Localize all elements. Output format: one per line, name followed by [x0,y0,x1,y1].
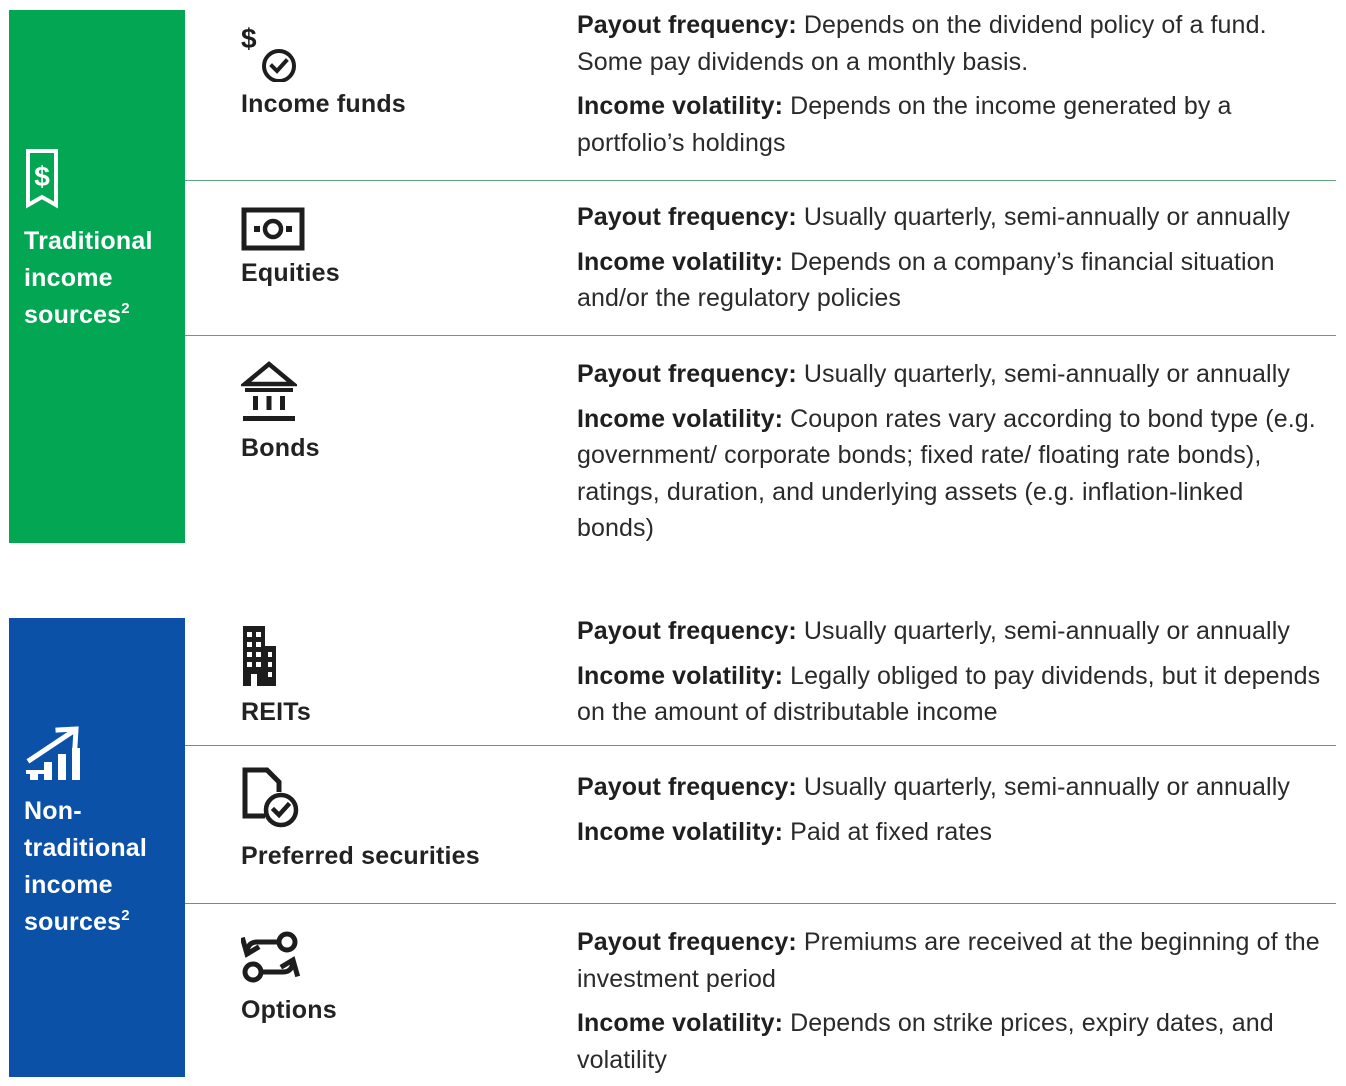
income-volatility: Income volatility: Depends on a company’… [577,244,1322,317]
payout-frequency: Payout frequency: Usually quarterly, sem… [577,199,1322,236]
volatility-label: Income volatility: [577,1009,784,1037]
title-line: sources2 [24,297,179,334]
section-title: Non- traditional income sources2 [24,793,179,941]
income-volatility: Income volatility: Coupon rates vary acc… [577,401,1322,547]
payout-label: Payout frequency: [577,203,797,231]
volatility-label: Income volatility: [577,92,784,120]
svg-text:$: $ [34,161,50,192]
payout-text: Usually quarterly, semi-annually or annu… [803,773,1290,801]
payout-frequency: Payout frequency: Usually quarterly, sem… [577,356,1322,393]
volatility-label: Income volatility: [577,661,784,690]
payout-label: Payout frequency: [577,360,797,388]
asset-name: Income funds [241,90,406,118]
footnote-marker: 2 [121,907,130,924]
bank-building-icon [241,360,297,422]
growth-chart-icon [24,724,179,787]
volatility-label: Income volatility: [577,247,784,276]
banknote-icon [241,207,305,251]
income-volatility: Income volatility: Paid at fixed rates [577,814,1322,851]
asset-name: Preferred securities [241,842,480,870]
payout-label: Payout frequency: [577,617,797,645]
svg-text:$: $ [241,23,257,54]
income-volatility: Income volatility: Depends on strike pri… [577,1005,1322,1078]
income-volatility: Income volatility: Legally obliged to pa… [577,658,1322,731]
payout-frequency: Payout frequency: Usually quarterly, sem… [577,613,1322,650]
volatility-label: Income volatility: [577,404,784,433]
panel-content: $ Traditional income sources2 [24,148,179,334]
payout-text: Usually quarterly, semi-annually or annu… [803,360,1290,388]
volatility-label: Income volatility: [577,817,784,846]
payout-text: Usually quarterly, semi-annually or annu… [803,203,1290,231]
payout-label: Payout frequency: [577,928,797,956]
asset-description: Payout frequency: Premiums are received … [577,924,1322,1086]
payout-text: Usually quarterly, semi-annually or annu… [803,617,1290,645]
non-traditional-sources-panel: Non- traditional income sources2 [9,618,185,1077]
title-line: sources2 [24,904,179,941]
asset-description: Payout frequency: Depends on the dividen… [577,7,1322,169]
title-line: traditional [24,834,148,862]
title-line: income [24,871,113,899]
document-check-icon [241,766,301,830]
title-line: Traditional [24,227,153,255]
title-text: sources [24,908,122,936]
asset-name: Bonds [241,434,320,462]
office-building-icon [241,624,277,688]
income-volatility: Income volatility: Depends on the income… [577,88,1322,161]
asset-name: Equities [241,259,340,287]
section-title: Traditional income sources2 [24,223,179,334]
title-line: income [24,264,113,292]
asset-row-income-funds: $ Income funds Payout frequency: Depends… [185,10,1336,180]
panel-content: Non- traditional income sources2 [24,724,179,941]
asset-name: Options [241,996,337,1024]
traditional-sources-panel: $ Traditional income sources2 [9,10,185,543]
payout-label: Payout frequency: [577,11,797,39]
payout-frequency: Payout frequency: Premiums are received … [577,924,1322,997]
asset-description: Payout frequency: Usually quarterly, sem… [577,356,1322,555]
title-text: sources [24,301,122,329]
asset-description: Payout frequency: Usually quarterly, sem… [577,199,1322,325]
dollar-clock-icon: $ [241,18,305,82]
asset-row-equities: Equities Payout frequency: Usually quart… [185,181,1336,335]
dollar-receipt-icon: $ [24,148,179,217]
payout-frequency: Payout frequency: Depends on the dividen… [577,7,1322,80]
asset-name: REITs [241,698,311,726]
payout-label: Payout frequency: [577,773,797,801]
footnote-marker: 2 [121,300,130,317]
asset-row-preferred-securities: Preferred securities Payout frequency: U… [185,746,1336,903]
asset-row-bonds: Bonds Payout frequency: Usually quarterl… [185,336,1336,546]
title-line: Non- [24,797,82,825]
volatility-text: Paid at fixed rates [790,817,993,846]
asset-description: Payout frequency: Usually quarterly, sem… [577,613,1322,739]
payout-frequency: Payout frequency: Usually quarterly, sem… [577,769,1322,806]
exchange-arrows-icon [241,930,301,984]
asset-description: Payout frequency: Usually quarterly, sem… [577,769,1322,858]
asset-row-options: Options Payout frequency: Premiums are r… [185,904,1336,1077]
asset-row-reits: REITs Payout frequency: Usually quarterl… [185,617,1336,745]
